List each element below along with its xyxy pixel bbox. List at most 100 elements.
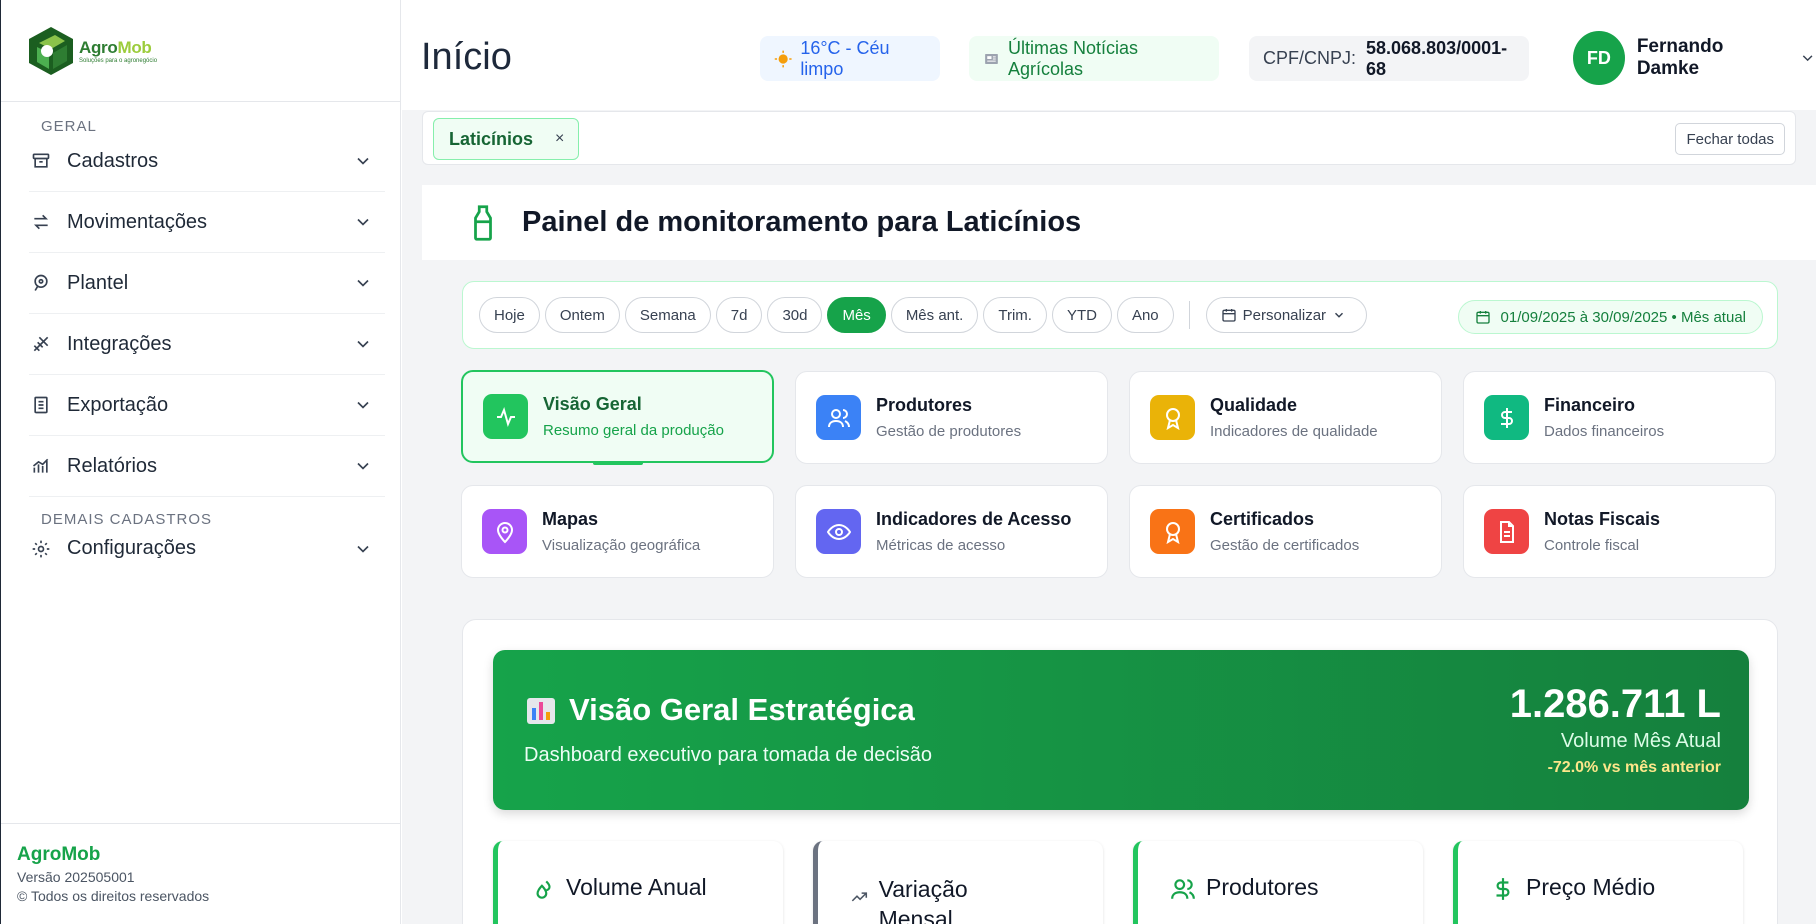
card-subtitle: Métricas de acesso bbox=[876, 537, 1006, 554]
filter-7d[interactable]: 7d bbox=[715, 297, 763, 333]
news-label: Últimas Notícias Agrícolas bbox=[1007, 37, 1138, 79]
sidebar-item-cadastros[interactable]: Cadastros bbox=[29, 131, 385, 192]
sidebar-item-exportacao[interactable]: Exportação bbox=[29, 375, 385, 436]
hero-subtitle: Dashboard executivo para tomada de decis… bbox=[524, 744, 933, 766]
weather-widget[interactable]: 16°C - Céu limpo bbox=[760, 36, 940, 81]
user-menu[interactable]: FD Fernando Damke bbox=[1573, 31, 1816, 85]
card-title: Produtores bbox=[876, 395, 973, 415]
calendar-icon bbox=[1221, 309, 1236, 322]
cpf-label: CPF/CNPJ: bbox=[1263, 48, 1357, 68]
sidebar-item-label: Movimentações bbox=[67, 210, 208, 233]
gear-icon bbox=[29, 537, 53, 561]
users-icon bbox=[1171, 879, 1195, 899]
chevron-down-icon bbox=[357, 545, 369, 553]
card-notas-fiscais[interactable]: Notas Fiscais Controle fiscal bbox=[1463, 485, 1776, 578]
strategic-overview-banner: Visão Geral Estratégica Dashboard execut… bbox=[493, 650, 1749, 810]
close-all-tabs-button[interactable]: Fechar todas bbox=[1675, 123, 1785, 155]
card-title: Notas Fiscais bbox=[1544, 509, 1661, 529]
app-logo[interactable]: AgroMob Soluções para o agronegócio bbox=[1, 0, 400, 102]
card-subtitle: Gestão de produtores bbox=[876, 423, 1022, 440]
newspaper-icon bbox=[985, 53, 998, 64]
sidebar-item-label: Exportação bbox=[67, 393, 169, 416]
sidebar-item-movimentacoes[interactable]: Movimentações bbox=[29, 192, 385, 253]
chevron-down-icon bbox=[1335, 312, 1344, 318]
sidebar-item-label: Cadastros bbox=[67, 149, 159, 172]
sidebar-item-label: Configurações bbox=[67, 537, 196, 559]
user-name: Fernando Damke bbox=[1636, 36, 1724, 79]
avatar: FD bbox=[1573, 31, 1625, 85]
chevron-down-icon bbox=[1802, 55, 1813, 62]
close-icon[interactable]: × bbox=[555, 130, 564, 148]
kpi-volume-anual: Volume Anual bbox=[493, 841, 783, 924]
archive-icon bbox=[29, 149, 53, 173]
users-icon bbox=[816, 395, 861, 440]
card-visao-geral[interactable]: Visão Geral Resumo geral da produção bbox=[461, 370, 774, 465]
panel-title: Painel de monitoramento para Laticínios bbox=[522, 206, 1082, 238]
card-mapas[interactable]: Mapas Visualização geográfica bbox=[461, 485, 774, 578]
hero-title: Visão Geral Estratégica bbox=[525, 692, 915, 728]
filter-ytd[interactable]: YTD bbox=[1051, 297, 1112, 333]
filter-mes[interactable]: Mês bbox=[827, 297, 886, 333]
filter-trim[interactable]: Trim. bbox=[983, 297, 1047, 333]
cpf-value: 58.068.803/0001-68 bbox=[1366, 37, 1508, 79]
kpi-variacao-mensal: Variação Mensal bbox=[813, 841, 1103, 924]
top-header: Início 16°C - Céu limpo Últimas Notícias… bbox=[402, 0, 1816, 110]
sidebar-item-integracoes[interactable]: Integrações bbox=[29, 314, 385, 375]
chevron-down-icon bbox=[357, 462, 369, 470]
card-title: Financeiro bbox=[1544, 395, 1636, 415]
card-title: Visão Geral bbox=[543, 394, 642, 414]
chart-icon bbox=[29, 454, 53, 478]
kpi-title: Produtores bbox=[1206, 874, 1319, 900]
kpi-title: Preço Médio bbox=[1526, 874, 1656, 900]
filter-semana[interactable]: Semana bbox=[624, 297, 711, 333]
date-range-badge: 01/09/2025 à 30/09/2025 • Mês atual bbox=[1457, 300, 1763, 334]
news-button[interactable]: Últimas Notícias Agrícolas bbox=[969, 36, 1219, 81]
custom-label: Personalizar bbox=[1242, 306, 1327, 324]
card-subtitle: Indicadores de qualidade bbox=[1210, 423, 1378, 440]
file-icon bbox=[1484, 509, 1529, 554]
card-qualidade[interactable]: Qualidade Indicadores de qualidade bbox=[1129, 371, 1442, 464]
arrows-icon bbox=[29, 210, 53, 234]
filter-hoje[interactable]: Hoje bbox=[479, 297, 540, 333]
sidebar-footer: AgroMob Versão 202505001 © Todos os dire… bbox=[1, 823, 400, 924]
card-financeiro[interactable]: Financeiro Dados financeiros bbox=[1463, 371, 1776, 464]
hero-change: -72.0% vs mês anterior bbox=[1547, 759, 1721, 776]
activity-icon bbox=[483, 394, 528, 439]
logo-name: AgroMob bbox=[79, 37, 152, 57]
custom-period-dropdown[interactable]: Personalizar bbox=[1205, 297, 1368, 333]
cpf-display: CPF/CNPJ: 58.068.803/0001-68 bbox=[1249, 36, 1529, 81]
document-icon bbox=[29, 393, 53, 417]
card-subtitle: Gestão de certificados bbox=[1210, 537, 1360, 554]
tag-icon bbox=[29, 271, 53, 295]
filter-mes-ant[interactable]: Mês ant. bbox=[890, 297, 979, 333]
card-indicadores-acesso[interactable]: Indicadores de Acesso Métricas de acesso bbox=[795, 485, 1108, 578]
footer-copyright: © Todos os direitos reservados bbox=[17, 888, 210, 904]
tab-laticinios[interactable]: Laticínios × bbox=[433, 118, 579, 160]
dna-icon bbox=[29, 332, 53, 356]
droplets-icon bbox=[536, 880, 551, 899]
sidebar-item-label: Integrações bbox=[67, 332, 172, 355]
chevron-down-icon bbox=[357, 157, 369, 165]
chevron-down-icon bbox=[357, 218, 369, 226]
card-subtitle: Visualização geográfica bbox=[542, 537, 701, 554]
sidebar-item-relatorios[interactable]: Relatórios bbox=[29, 436, 385, 497]
sun-icon bbox=[774, 50, 792, 67]
eye-icon bbox=[816, 509, 861, 554]
sidebar-item-plantel[interactable]: Plantel bbox=[29, 253, 385, 314]
bar-chart-icon bbox=[527, 698, 555, 724]
dashboard-panel: Visão Geral Estratégica Dashboard execut… bbox=[462, 619, 1778, 924]
period-filter-bar: Hoje Ontem Semana 7d 30d Mês Mês ant. Tr… bbox=[462, 281, 1778, 349]
filter-ano[interactable]: Ano bbox=[1116, 297, 1174, 333]
kpi-title: Variação Mensal bbox=[878, 876, 968, 924]
award-icon bbox=[1150, 509, 1195, 554]
card-certificados[interactable]: Certificados Gestão de certificados bbox=[1129, 485, 1442, 578]
filter-ontem[interactable]: Ontem bbox=[544, 297, 620, 333]
date-range-text: 01/09/2025 à 30/09/2025 • Mês atual bbox=[1500, 308, 1746, 326]
card-produtores[interactable]: Produtores Gestão de produtores bbox=[795, 371, 1108, 464]
hero-title-text: Visão Geral Estratégica bbox=[569, 692, 915, 727]
card-subtitle: Controle fiscal bbox=[1544, 537, 1640, 554]
sidebar-item-label: Relatórios bbox=[67, 454, 158, 477]
filter-30d[interactable]: 30d bbox=[767, 297, 823, 333]
card-subtitle: Resumo geral da produção bbox=[543, 422, 724, 439]
footer-version: Versão 202505001 bbox=[17, 869, 135, 885]
